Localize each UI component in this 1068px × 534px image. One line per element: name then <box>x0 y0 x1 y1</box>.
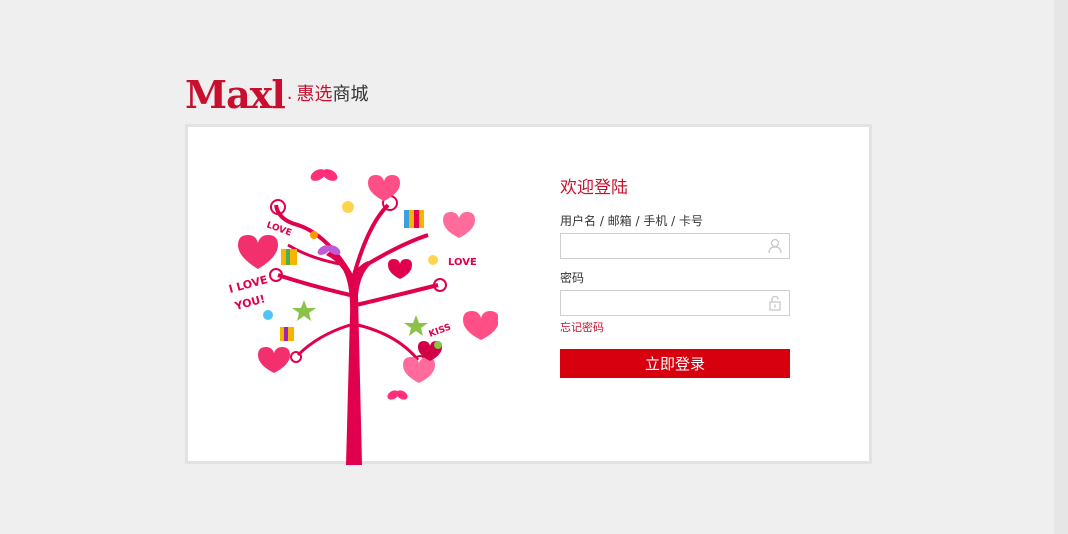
site-header: Maxl · 惠选 商城 <box>185 72 369 114</box>
logo[interactable]: Maxl <box>185 76 286 114</box>
forgot-password-link[interactable]: 忘记密码 <box>560 321 792 335</box>
logo-separator: · <box>286 88 293 109</box>
login-form: 欢迎登陆 用户名 / 邮箱 / 手机 / 卡号 密码 忘记密码 立即登录 <box>560 177 792 378</box>
love-tree-illustration: LOVE LOVE I LOVE YOU! KISS <box>227 169 498 465</box>
tree-text-you: YOU! <box>232 292 266 313</box>
username-input[interactable] <box>561 234 763 258</box>
password-label: 密码 <box>560 271 585 285</box>
password-field-wrapper <box>560 290 790 316</box>
tree-text-love-2: LOVE <box>448 257 477 268</box>
lock-icon <box>769 295 781 311</box>
welcome-heading: 欢迎登陆 <box>560 178 628 198</box>
brand-name-red: 惠选 <box>296 84 333 105</box>
user-icon <box>768 238 782 254</box>
login-card: LOVE LOVE I LOVE YOU! KISS 欢迎登陆 用户名 / 邮箱… <box>185 124 872 465</box>
username-field-wrapper <box>560 233 790 259</box>
tree-text-kiss: KISS <box>428 323 453 340</box>
login-button[interactable]: 立即登录 <box>560 349 790 378</box>
brand-name-black: 商城 <box>332 84 369 105</box>
username-label: 用户名 / 邮箱 / 手机 / 卡号 <box>560 214 704 228</box>
password-input[interactable] <box>561 291 763 315</box>
page-edge <box>1054 0 1068 534</box>
